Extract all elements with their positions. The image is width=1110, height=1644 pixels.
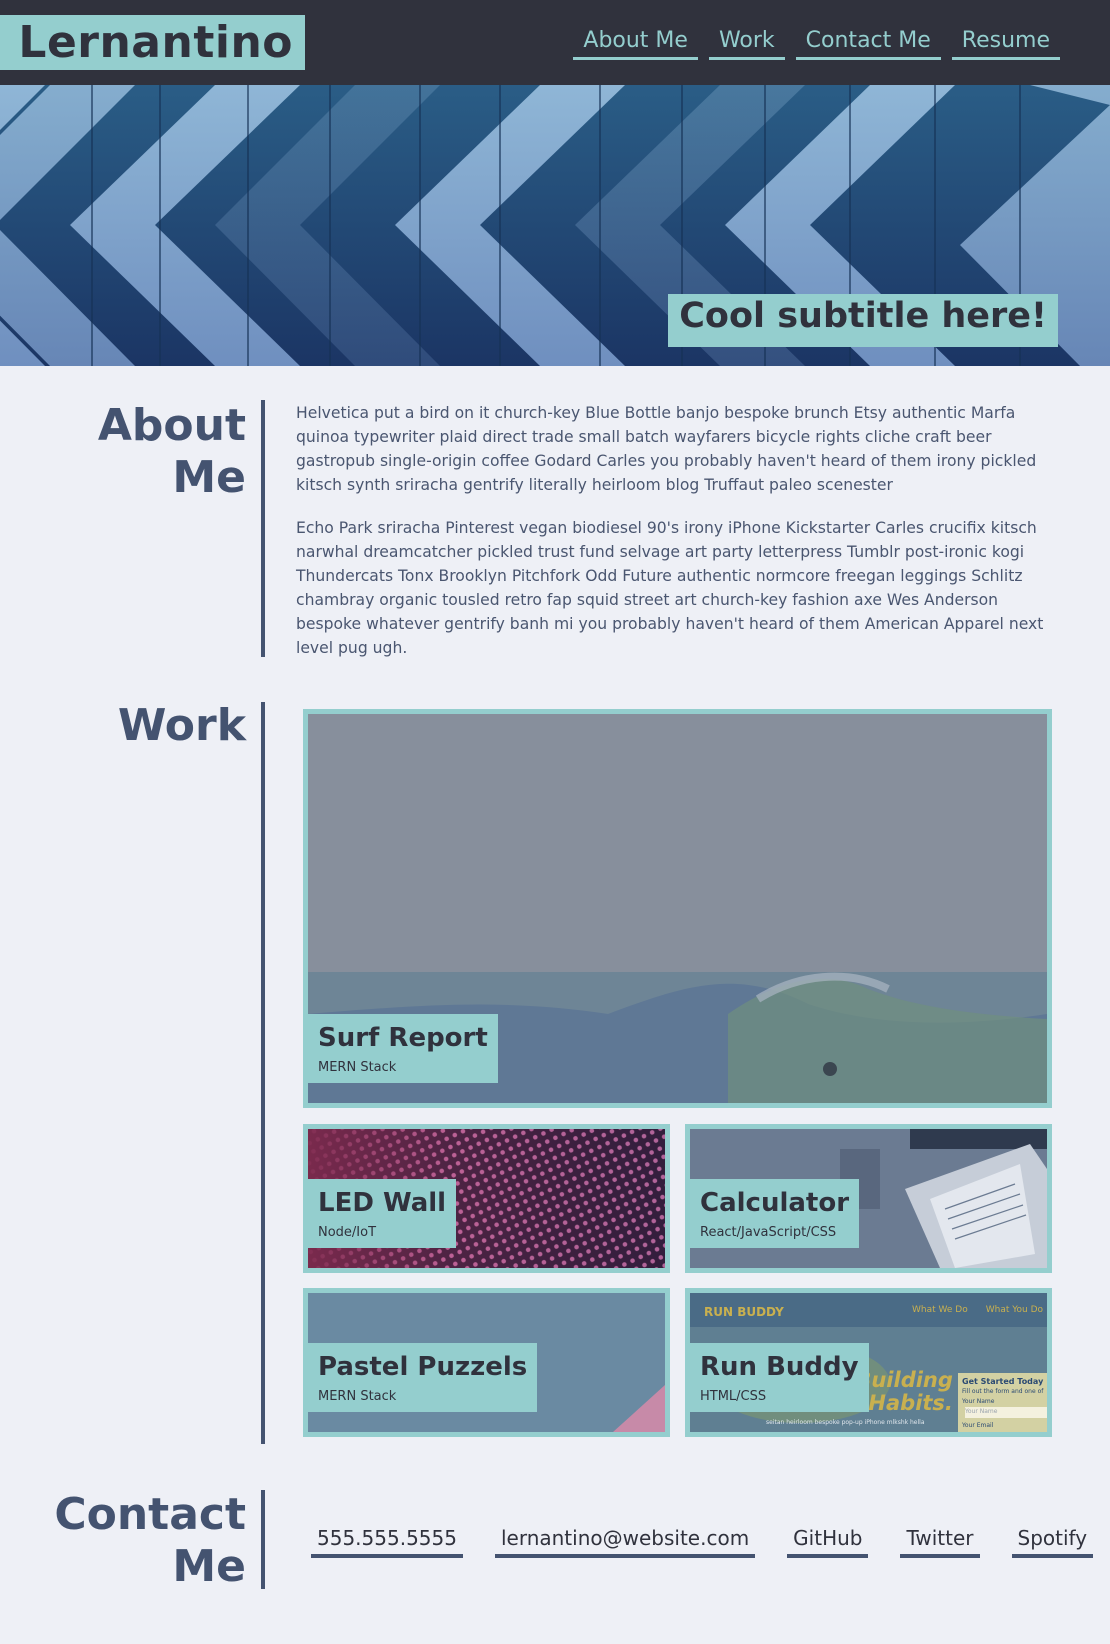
hero-subtitle: Cool subtitle here! [679, 296, 1047, 336]
contact-divider [261, 1490, 265, 1589]
contact-links: 555.555.5555 lernantino@website.com GitH… [311, 1526, 1094, 1558]
project-title: Run Buddy [700, 1352, 859, 1382]
project-card-led-wall[interactable]: LED Wall Node/IoT [303, 1124, 670, 1273]
project-stack: React/JavaScript/CSS [700, 1225, 837, 1240]
brand-name: Lernantino [18, 17, 293, 68]
about-divider [261, 400, 265, 657]
contact-twitter-link[interactable]: Twitter [900, 1526, 980, 1558]
project-card-surf-report[interactable]: Surf Report MERN Stack [303, 709, 1052, 1108]
run-buddy-form-name-placeholder: Your Name [965, 1408, 998, 1415]
project-label-surf-report: Surf Report MERN Stack [308, 1014, 498, 1083]
project-label-run-buddy: Run Buddy HTML/CSS [690, 1343, 869, 1412]
contact-github-link[interactable]: GitHub [787, 1526, 869, 1558]
hero-banner: Cool subtitle here! [0, 85, 1110, 366]
contact-spotify-link[interactable]: Spotify [1011, 1526, 1094, 1558]
about-paragraph-2: Echo Park sriracha Pinterest vegan biodi… [296, 519, 1044, 657]
project-title: Pastel Puzzels [318, 1352, 528, 1382]
run-buddy-nav-item: What You Do [985, 1305, 1044, 1315]
project-label-led-wall: LED Wall Node/IoT [308, 1179, 457, 1248]
hero-subtitle-box: Cool subtitle here! [668, 294, 1058, 347]
run-buddy-nav: What We Do What You Do Yo [912, 1305, 1047, 1315]
work-heading: Work [118, 700, 246, 752]
contact-heading-line2: Me [172, 1541, 246, 1592]
nav-link-contact-me[interactable]: Contact Me [795, 26, 941, 60]
run-buddy-nav-item: What We Do [912, 1305, 968, 1315]
run-buddy-form-sub: Fill out the form and one of [962, 1388, 1044, 1395]
nav-link-work[interactable]: Work [708, 26, 785, 60]
project-title: Surf Report [318, 1023, 488, 1053]
nav-link-about-me[interactable]: About Me [573, 26, 698, 60]
main-nav: About Me Work Contact Me Resume [573, 26, 1060, 60]
project-stack: HTML/CSS [700, 1389, 767, 1404]
run-buddy-logo-text: RUN BUDDY [704, 1305, 784, 1319]
about-heading-line1: About [97, 400, 246, 451]
work-heading-text: Work [117, 700, 246, 751]
project-card-run-buddy[interactable]: RUN BUDDY What We Do What You Do Yo t Bu… [685, 1288, 1052, 1437]
project-title: LED Wall [318, 1188, 447, 1218]
about-paragraph-1: Helvetica put a bird on it church-key Bl… [296, 404, 1037, 494]
project-title: Calculator [700, 1188, 850, 1218]
run-buddy-form-email-label: Your Email [962, 1422, 994, 1429]
run-buddy-form-title: Get Started Today [962, 1377, 1044, 1386]
run-buddy-form-name-label: Your Name [962, 1398, 995, 1405]
run-buddy-tagline: seitan heirloom bespoke pop-up iPhone ml… [766, 1419, 925, 1426]
nav-link-resume[interactable]: Resume [951, 26, 1060, 60]
contact-phone-link[interactable]: 555.555.5555 [311, 1526, 463, 1558]
run-buddy-form: Get Started Today Fill out the form and … [962, 1377, 1047, 1431]
about-heading: About Me [98, 400, 246, 504]
contact-email-link[interactable]: lernantino@website.com [494, 1526, 756, 1558]
project-stack: Node/IoT [318, 1225, 377, 1240]
project-stack: MERN Stack [318, 1389, 397, 1404]
site-header: Lernantino About Me Work Contact Me Resu… [0, 0, 1110, 85]
project-label-pastel-puzzels: Pastel Puzzels MERN Stack [308, 1343, 538, 1412]
contact-heading-line1: Contact [54, 1489, 246, 1540]
project-stack: MERN Stack [318, 1060, 397, 1075]
project-card-pastel-puzzels[interactable]: Pastel Puzzels MERN Stack [303, 1288, 670, 1437]
about-heading-line2: Me [172, 452, 246, 503]
project-card-calculator[interactable]: Calculator React/JavaScript/CSS [685, 1124, 1052, 1273]
work-divider [261, 702, 265, 1444]
brand-logo[interactable]: Lernantino [0, 15, 305, 70]
contact-heading: Contact Me [54, 1489, 246, 1593]
project-label-calculator: Calculator React/JavaScript/CSS [690, 1179, 860, 1248]
